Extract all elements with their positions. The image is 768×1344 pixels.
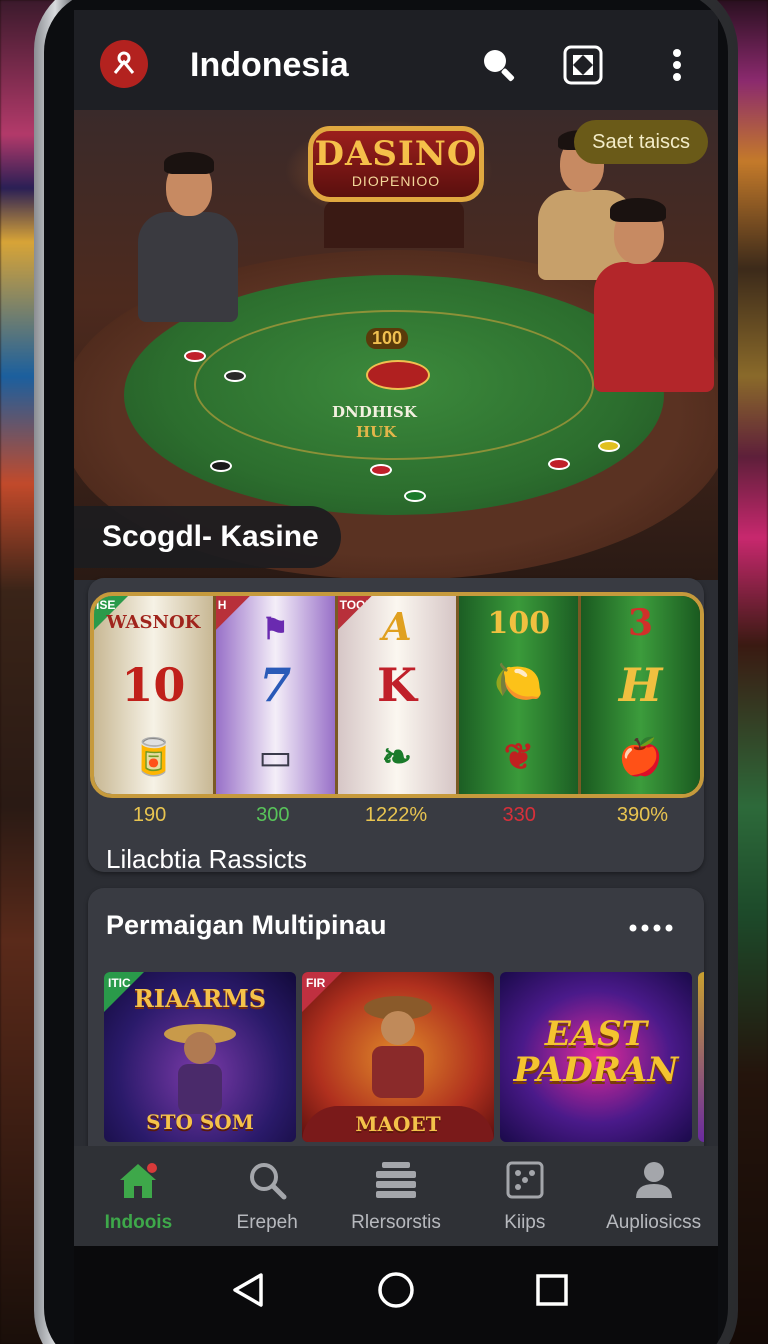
home-icon bbox=[116, 1158, 160, 1202]
stack-icon bbox=[374, 1158, 418, 1202]
home-circle-icon[interactable] bbox=[374, 1268, 418, 1312]
payout-value: 1222% bbox=[364, 804, 428, 826]
character-illustration bbox=[364, 996, 432, 1098]
nav-label: Kiips bbox=[504, 1212, 546, 1233]
game-tile-partial[interactable] bbox=[698, 972, 704, 1142]
felt-name: DNDHISK bbox=[332, 403, 417, 421]
reel-symbol: K bbox=[377, 658, 417, 712]
casino-sign-title: DASINO bbox=[314, 134, 478, 174]
reel-symbol: 3 bbox=[628, 602, 654, 644]
tile-subtitle: MAOET bbox=[302, 1106, 494, 1142]
more-horiz-icon[interactable] bbox=[628, 918, 674, 933]
casino-sign: DASINO DIOPENIOO bbox=[308, 126, 484, 202]
game-tile[interactable]: EAST PADRAN bbox=[500, 972, 692, 1142]
game-tiles: ITIC RIAARMS STO SOM FIR MAOET EAST PADR… bbox=[104, 972, 704, 1142]
game-tile[interactable]: FIR MAOET bbox=[302, 972, 494, 1142]
nav-label: Erepeh bbox=[236, 1212, 298, 1233]
reel-symbol: 🥫 bbox=[130, 736, 176, 778]
chip bbox=[598, 440, 620, 452]
reel-1: ISE WASNOK 10 🥫 bbox=[94, 596, 216, 794]
scan-icon[interactable] bbox=[562, 44, 604, 86]
slot-reels: ISE WASNOK 10 🥫 H ⚑ 7 ▭ TOOB A K ❧ 100 🍋… bbox=[90, 592, 704, 798]
hero-badge-button[interactable]: Saet taiscs bbox=[574, 120, 708, 164]
chip bbox=[184, 350, 206, 362]
game-tile[interactable]: ITIC RIAARMS STO SOM bbox=[104, 972, 296, 1142]
dice-icon bbox=[503, 1158, 547, 1202]
search-icon bbox=[245, 1158, 289, 1202]
payout-row: 190 300 1222% 330 390% bbox=[88, 804, 704, 827]
reel-symbol: ❧ bbox=[381, 736, 413, 778]
nav-item-home[interactable]: Indoois bbox=[74, 1146, 203, 1246]
hero-caption: Scogdl- Kasine bbox=[74, 506, 341, 568]
chair bbox=[324, 200, 464, 248]
back-icon[interactable] bbox=[226, 1268, 270, 1312]
app-title: Indonesia bbox=[190, 46, 349, 84]
felt-logo bbox=[366, 360, 430, 390]
slot-card[interactable]: ISE WASNOK 10 🥫 H ⚑ 7 ▭ TOOB A K ❧ 100 🍋… bbox=[88, 578, 704, 874]
reel-symbol: 100 bbox=[487, 606, 551, 641]
reel-4: 100 🍋 ❦ bbox=[459, 596, 582, 794]
search-icon[interactable] bbox=[478, 44, 520, 86]
felt-sub: HUK bbox=[356, 423, 397, 441]
reel-symbol: 🍎 bbox=[618, 736, 663, 778]
tile-subtitle: STO SOM bbox=[146, 1110, 254, 1134]
hero-banner[interactable]: 100 DNDHISK HUK DASINO DIOPENIOO Saet ta… bbox=[74, 110, 718, 580]
bottom-nav: Indoois Erepeh Rlersorstis Kiips Auplios… bbox=[74, 1146, 718, 1246]
payout-value: 330 bbox=[502, 804, 536, 826]
casino-sign-subtitle: DIOPENIOO bbox=[351, 173, 441, 189]
nav-item-stack[interactable]: Rlersorstis bbox=[332, 1146, 461, 1246]
chip bbox=[210, 460, 232, 472]
reel-symbol: 🍋 bbox=[493, 658, 544, 705]
felt-value: 100 bbox=[366, 328, 409, 349]
nav-item-dice[interactable]: Kiips bbox=[460, 1146, 589, 1246]
more-vert-icon[interactable] bbox=[656, 44, 698, 86]
multiplayer-card: Permaigan Multipinau ITIC RIAARMS STO SO… bbox=[88, 888, 704, 1188]
app-screen: Indonesia 100 DNDHISK HUK DASINO DIOPENI… bbox=[74, 10, 718, 1344]
section-title: Permaigan Multipinau bbox=[106, 910, 387, 940]
payout-value: 300 bbox=[256, 804, 290, 826]
reel-3: TOOB A K ❧ bbox=[337, 596, 460, 794]
reel-symbol: H bbox=[618, 658, 663, 712]
tile-title: EAST PADRAN bbox=[513, 1014, 679, 1090]
reel-symbol: ▭ bbox=[258, 736, 293, 778]
chip bbox=[370, 464, 392, 476]
slot-card-label: Lilacbtia Rassicts bbox=[106, 844, 307, 874]
tile-tag: FIR bbox=[302, 972, 342, 1012]
payout-value: 190 bbox=[132, 804, 167, 826]
chip bbox=[224, 370, 246, 382]
recents-icon[interactable] bbox=[530, 1268, 574, 1312]
reel-symbol: 10 bbox=[121, 658, 186, 712]
nav-label: Aupliosicss bbox=[606, 1212, 702, 1233]
phone-frame: Indonesia 100 DNDHISK HUK DASINO DIOPENI… bbox=[34, 0, 738, 1344]
system-nav-bar bbox=[74, 1246, 718, 1344]
nav-label: Indoois bbox=[104, 1212, 173, 1233]
nav-label: Rlersorstis bbox=[351, 1212, 441, 1233]
payout-value: 390% bbox=[616, 804, 668, 826]
reel-2: H ⚑ 7 ▭ bbox=[215, 596, 338, 794]
reel-symbol: ⚑ bbox=[261, 612, 289, 647]
tile-title: RIAARMS bbox=[133, 984, 267, 1013]
app-bar: Indonesia bbox=[74, 10, 718, 110]
reel-5: 3 H 🍎 bbox=[581, 596, 700, 794]
reel-symbol: 7 bbox=[259, 658, 292, 712]
nav-item-search[interactable]: Erepeh bbox=[203, 1146, 332, 1246]
chip bbox=[548, 458, 570, 470]
reel-symbol: WASNOK bbox=[106, 612, 201, 633]
nav-item-profile[interactable]: Aupliosicss bbox=[589, 1146, 718, 1246]
app-logo-icon[interactable] bbox=[100, 40, 148, 88]
chip bbox=[404, 490, 426, 502]
person-icon bbox=[632, 1158, 676, 1202]
reel-symbol: ❦ bbox=[503, 736, 534, 778]
reel-symbol: A bbox=[382, 604, 412, 649]
